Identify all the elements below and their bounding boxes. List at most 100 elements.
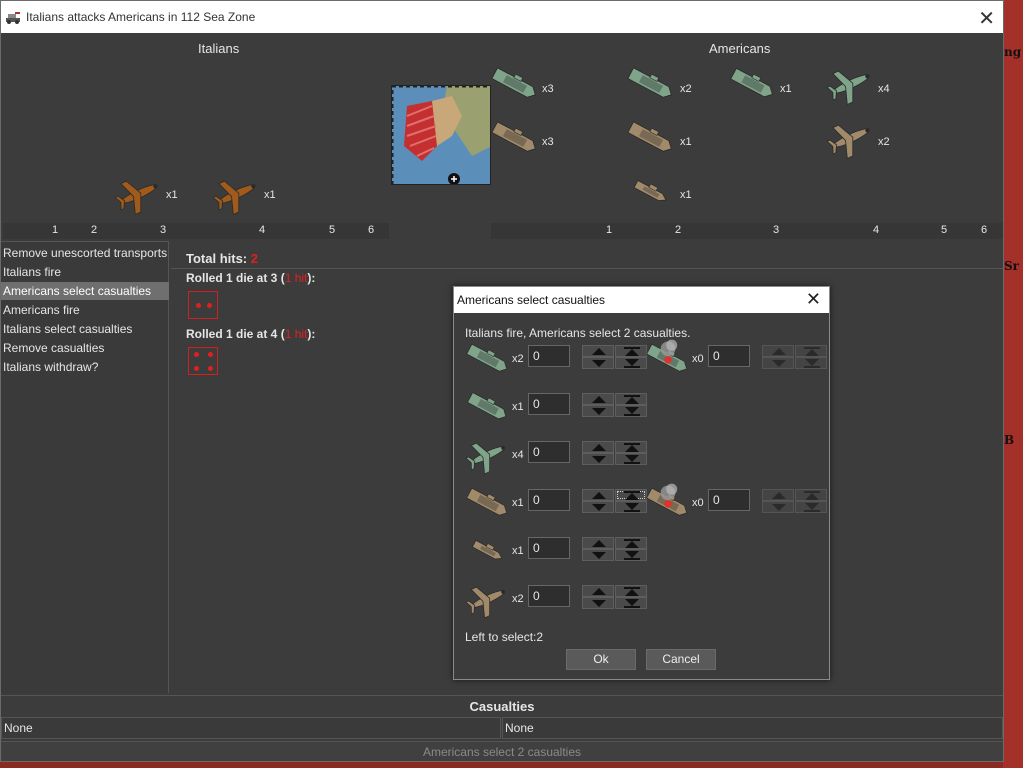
carrier-icon xyxy=(625,63,677,105)
battle-steps-list[interactable]: Remove unescorted transports Italians fi… xyxy=(1,241,169,693)
arrow-up-icon xyxy=(625,541,639,548)
attacker-die-label: 4 xyxy=(259,224,266,236)
arrow-down-icon xyxy=(625,551,639,558)
close-icon[interactable]: ✕ xyxy=(978,6,995,31)
close-icon[interactable]: ✕ xyxy=(806,289,821,310)
min-button[interactable] xyxy=(615,405,647,417)
decrement-button[interactable] xyxy=(582,501,614,513)
defender-title: Americans xyxy=(709,41,771,56)
max-min-buttons[interactable] xyxy=(615,537,647,561)
step-item-selected[interactable]: Americans select casualties xyxy=(1,282,169,300)
spinner-buttons[interactable] xyxy=(582,489,614,513)
casualty-count-input[interactable]: 0 xyxy=(528,537,570,559)
arrow-up-icon xyxy=(625,397,639,404)
increment-button[interactable] xyxy=(582,441,614,453)
max-button[interactable] xyxy=(795,489,827,501)
step-item[interactable]: Remove unescorted transports xyxy=(1,244,169,262)
unit-count: x0 xyxy=(692,353,704,365)
step-item[interactable]: Italians fire xyxy=(1,263,169,281)
min-button[interactable] xyxy=(615,501,647,513)
increment-button[interactable] xyxy=(582,345,614,357)
attacker-casualties: None xyxy=(1,717,501,739)
increment-button[interactable] xyxy=(762,489,794,501)
decrement-button[interactable] xyxy=(582,549,614,561)
arrow-up-icon xyxy=(592,444,606,451)
min-button[interactable] xyxy=(615,597,647,609)
increment-button[interactable] xyxy=(582,489,614,501)
max-button[interactable] xyxy=(615,537,647,549)
status-bar: Americans select 2 casualties xyxy=(1,741,1003,761)
max-button[interactable] xyxy=(615,393,647,405)
spinner-buttons[interactable] xyxy=(762,345,794,369)
cancel-button[interactable]: Cancel xyxy=(646,649,716,670)
arrow-up-icon xyxy=(592,492,606,499)
casualty-count-input[interactable]: 0 xyxy=(708,489,750,511)
max-min-buttons[interactable] xyxy=(615,393,647,417)
title-bar[interactable]: Italians attacks Americans in 112 Sea Zo… xyxy=(1,1,1003,33)
roll-line: Rolled 1 die at 4 (1 hit): xyxy=(186,327,315,341)
fighter-icon xyxy=(825,63,877,106)
casualty-count-input[interactable]: 0 xyxy=(528,441,570,463)
increment-button[interactable] xyxy=(582,537,614,549)
arrow-down-icon xyxy=(805,359,819,366)
casualty-count-input[interactable]: 0 xyxy=(528,345,570,367)
increment-button[interactable] xyxy=(762,345,794,357)
step-item[interactable]: Americans fire xyxy=(1,301,169,319)
casualty-count-input[interactable]: 0 xyxy=(528,489,570,511)
fighter-icon xyxy=(825,117,877,160)
casualty-count-input[interactable]: 0 xyxy=(708,345,750,367)
max-min-buttons[interactable] xyxy=(795,489,827,513)
decrement-button[interactable] xyxy=(762,357,794,369)
decrement-button[interactable] xyxy=(582,405,614,417)
max-min-buttons[interactable] xyxy=(615,441,647,465)
unit-count: x3 xyxy=(542,136,554,148)
increment-button[interactable] xyxy=(582,393,614,405)
step-item[interactable]: Italians withdraw? xyxy=(1,358,169,376)
spinner-buttons[interactable] xyxy=(582,393,614,417)
min-button[interactable] xyxy=(795,357,827,369)
roll-suffix: ): xyxy=(307,327,316,341)
damaged-casualty-row: x0 0 xyxy=(644,339,834,379)
max-button[interactable] xyxy=(615,489,647,501)
decrement-button[interactable] xyxy=(582,597,614,609)
min-button[interactable] xyxy=(615,357,647,369)
max-min-buttons[interactable] xyxy=(615,489,647,513)
step-item[interactable]: Italians select casualties xyxy=(1,320,169,338)
bomber-icon xyxy=(211,173,263,216)
spinner-buttons[interactable] xyxy=(762,489,794,513)
max-button[interactable] xyxy=(615,585,647,597)
min-button[interactable] xyxy=(615,453,647,465)
dialog-title-bar[interactable]: Americans select casualties ✕ xyxy=(454,287,829,313)
casualty-count-input[interactable]: 0 xyxy=(528,393,570,415)
max-min-buttons[interactable] xyxy=(795,345,827,369)
spinner-buttons[interactable] xyxy=(582,585,614,609)
defender-die-label: 1 xyxy=(606,224,613,236)
arrow-up-icon xyxy=(805,349,819,356)
spinner-buttons[interactable] xyxy=(582,537,614,561)
arrow-up-icon xyxy=(625,589,639,596)
decrement-button[interactable] xyxy=(762,501,794,513)
decrement-button[interactable] xyxy=(582,357,614,369)
step-item[interactable]: Remove casualties xyxy=(1,339,169,357)
spinner-buttons[interactable] xyxy=(582,345,614,369)
max-button[interactable] xyxy=(615,441,647,453)
increment-button[interactable] xyxy=(582,585,614,597)
ok-button[interactable]: Ok xyxy=(566,649,636,670)
min-button[interactable] xyxy=(615,549,647,561)
min-button[interactable] xyxy=(795,501,827,513)
max-min-buttons[interactable] xyxy=(615,585,647,609)
max-button[interactable] xyxy=(615,345,647,357)
casualty-count-input[interactable]: 0 xyxy=(528,585,570,607)
attacker-die-label: 1 xyxy=(52,224,59,236)
arrow-up-icon xyxy=(592,588,606,595)
arrow-down-icon xyxy=(805,503,819,510)
decrement-button[interactable] xyxy=(582,453,614,465)
max-min-buttons[interactable] xyxy=(615,345,647,369)
carrier-icon xyxy=(464,339,512,379)
arrow-down-icon xyxy=(592,504,606,511)
casualties-title: Casualties xyxy=(1,695,1003,717)
spinner-buttons[interactable] xyxy=(582,441,614,465)
max-button[interactable] xyxy=(795,345,827,357)
defender-die-label: 4 xyxy=(873,224,880,236)
attacker-title: Italians xyxy=(198,41,240,56)
